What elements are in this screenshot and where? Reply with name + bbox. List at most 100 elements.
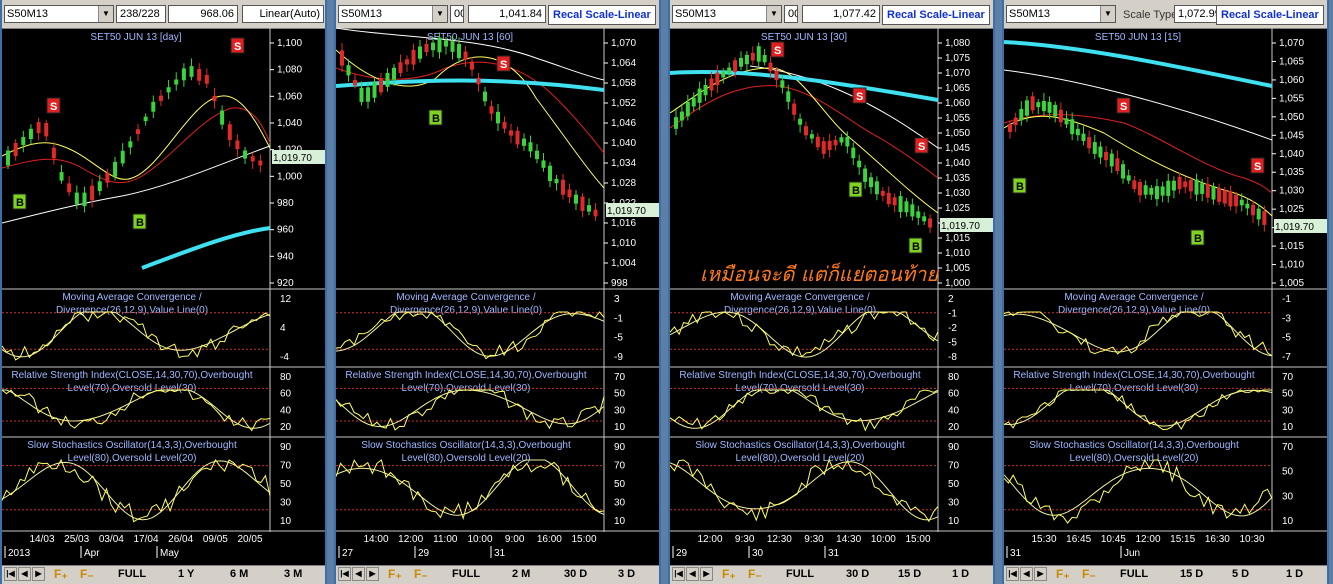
candle-body (839, 137, 844, 143)
panel-toolbar: S50M13 ▼001,077.42Recal Scale-Linear (670, 0, 993, 29)
scroll-right-icon[interactable]: ▶ (700, 567, 713, 581)
scroll-right-icon[interactable]: ▶ (366, 567, 379, 581)
zoom-out-icon[interactable]: F₋ (80, 567, 94, 581)
macd-axis-label: 12 (280, 294, 292, 305)
stochastic-title: Slow Stochastics Oscillator(14,3,3),Over… (695, 440, 905, 451)
period-button-2[interactable]: 5 D (1232, 568, 1249, 580)
period-button-1[interactable]: 2 M (512, 568, 530, 580)
period-button-2[interactable]: 6 M (230, 568, 248, 580)
value-field[interactable]: 1,041.84 (468, 5, 546, 23)
zoom-in-icon[interactable]: F₊ (1056, 567, 1070, 581)
period-button-1[interactable]: 15 D (1180, 568, 1203, 580)
scroll-first-icon[interactable]: |◀ (4, 567, 17, 581)
scroll-right-icon[interactable]: ▶ (1034, 567, 1047, 581)
period-button-3[interactable]: 3 D (618, 568, 635, 580)
period-button-2[interactable]: 30 D (564, 568, 587, 580)
candle-body (398, 62, 403, 73)
zoom-in-icon[interactable]: F₊ (54, 567, 68, 581)
candle-body (833, 139, 838, 146)
price-axis-label: 1,050 (945, 128, 970, 139)
stochastic-axis-label: 90 (948, 442, 960, 453)
price-axis-label: 1,015 (1279, 241, 1304, 252)
period-button-3[interactable]: 3 M (284, 568, 302, 580)
zoom-out-icon[interactable]: F₋ (748, 567, 762, 581)
rsi-axis-label: 70 (1282, 372, 1294, 383)
period-button-3[interactable]: 1 D (952, 568, 969, 580)
period-full-button[interactable]: FULL (118, 568, 146, 580)
scroll-first-icon[interactable]: |◀ (672, 567, 685, 581)
zoom-out-icon[interactable]: F₋ (414, 567, 428, 581)
date-axis-label: 20/05 (237, 534, 262, 545)
candle-body (1228, 191, 1233, 207)
candle-body (1211, 186, 1216, 200)
scale-mode-field[interactable]: Linear(Auto) (242, 5, 324, 23)
price-axis-label: 1,060 (1279, 75, 1304, 86)
scroll-first-icon[interactable]: |◀ (1006, 567, 1019, 581)
bar-count-field[interactable]: 00 (784, 5, 798, 23)
candle-body (385, 72, 390, 87)
candle-body (892, 197, 897, 206)
date-axis-label: 14:00 (363, 534, 388, 545)
scroll-right-icon[interactable]: ▶ (32, 567, 45, 581)
period-button-3[interactable]: 1 D (1286, 568, 1303, 580)
chevron-down-icon[interactable]: ▼ (98, 6, 113, 22)
candle-body (886, 192, 891, 205)
candle-body (166, 87, 171, 93)
period-full-button[interactable]: FULL (786, 568, 814, 580)
zoom-in-icon[interactable]: F₊ (388, 567, 402, 581)
price-axis-label: 1,060 (945, 98, 970, 109)
chevron-down-icon[interactable]: ▼ (432, 6, 447, 22)
candle-body (6, 150, 10, 166)
recal-scale-button[interactable]: Recal Scale-Linear (882, 5, 990, 25)
candle-body (418, 46, 422, 59)
recal-scale-button[interactable]: Recal Scale-Linear (1216, 5, 1324, 25)
scroll-left-icon[interactable]: ◀ (352, 567, 365, 581)
candle-body (774, 70, 779, 81)
chevron-down-icon[interactable]: ▼ (766, 6, 781, 22)
candle-body (916, 211, 921, 218)
period-button-2[interactable]: 15 D (898, 568, 921, 580)
symbol-select[interactable]: S50M13 ▼ (338, 5, 448, 23)
period-button-1[interactable]: 1 Y (178, 568, 194, 580)
period-full-button[interactable]: FULL (452, 568, 480, 580)
zoom-in-icon[interactable]: F₊ (722, 567, 736, 581)
macd-title: Moving Average Convergence / (730, 292, 870, 303)
bar-count-field[interactable]: 00 (450, 5, 464, 23)
scroll-left-icon[interactable]: ◀ (686, 567, 699, 581)
candle-body (1251, 204, 1256, 216)
rsi-axis-label: 80 (280, 372, 292, 383)
period-button-1[interactable]: 30 D (846, 568, 869, 580)
price-axis-label: 1,010 (1279, 260, 1304, 271)
value-field[interactable]: 968.06 (168, 5, 238, 23)
stochastic-axis-label: 90 (280, 442, 292, 453)
symbol-select[interactable]: S50M13 ▼ (1006, 5, 1116, 23)
buy-signal-label: B (912, 241, 920, 253)
stochastic-axis-label: 30 (614, 498, 626, 509)
symbol-select[interactable]: S50M13 ▼ (4, 5, 114, 23)
candle-body (1194, 179, 1199, 195)
scroll-left-icon[interactable]: ◀ (18, 567, 31, 581)
candle-body (1171, 180, 1176, 191)
period-full-button[interactable]: FULL (1120, 568, 1148, 580)
last-price-label: 1,019.70 (1275, 222, 1314, 233)
price-axis-label: 1,010 (611, 238, 636, 249)
bar-count-field[interactable]: 238/228 (116, 5, 166, 23)
symbol-select[interactable]: S50M13 ▼ (672, 5, 782, 23)
candle-body (59, 172, 64, 181)
chevron-down-icon[interactable]: ▼ (1100, 6, 1115, 22)
macd-title: Divergence(26,12,9),Value Line(0) (1058, 305, 1210, 316)
date-axis-label: 9:30 (735, 534, 755, 545)
recal-scale-button[interactable]: Recal Scale-Linear (548, 5, 656, 25)
stochastic-title: Level(80),Oversold Level(20) (402, 453, 531, 464)
candle-body (437, 37, 442, 53)
candle-body (1081, 133, 1086, 142)
zoom-out-icon[interactable]: F₋ (1082, 567, 1096, 581)
candle-body (827, 140, 832, 151)
stochastic-axis-label: 70 (280, 461, 292, 472)
scroll-first-icon[interactable]: |◀ (338, 567, 351, 581)
candle-body (922, 216, 927, 222)
scale-type-label: Scale Type (1123, 9, 1178, 21)
candle-body (1115, 158, 1120, 171)
value-field[interactable]: 1,077.42 (802, 5, 880, 23)
scroll-left-icon[interactable]: ◀ (1020, 567, 1033, 581)
